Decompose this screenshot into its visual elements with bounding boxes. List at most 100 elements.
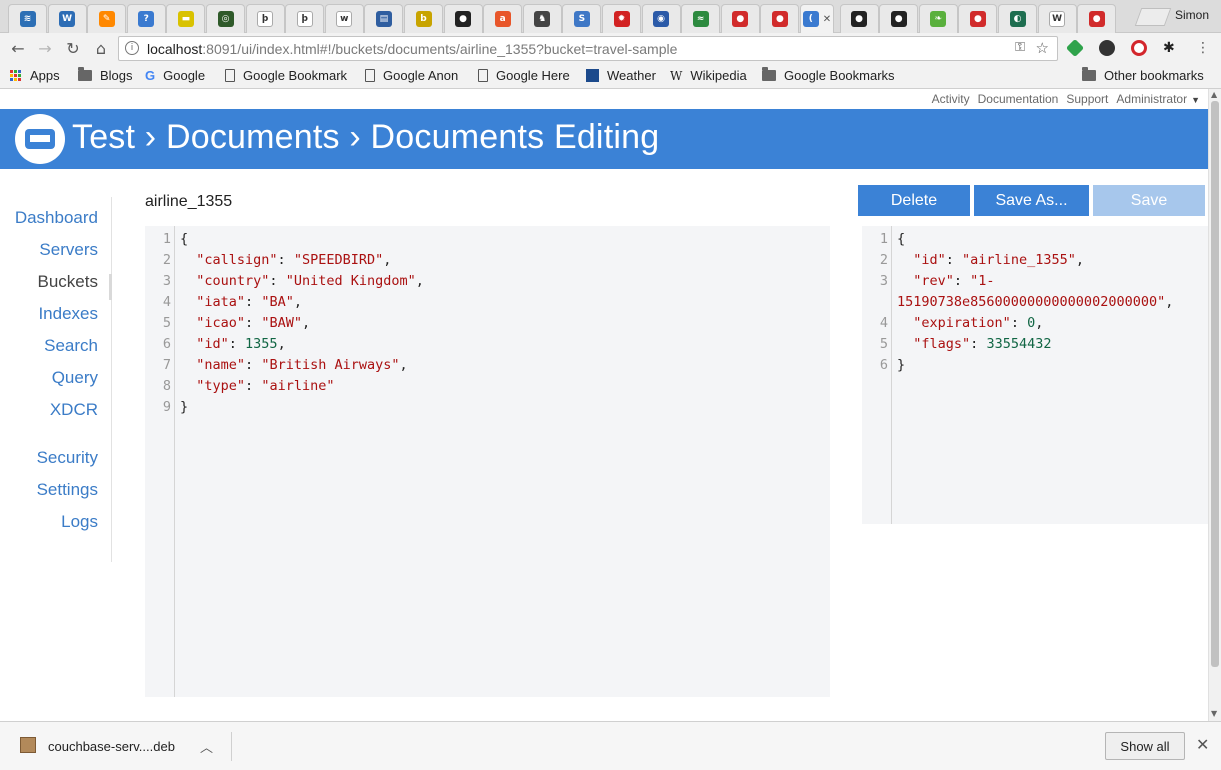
bookmark-google[interactable]: G Google	[145, 68, 205, 83]
browser-tab[interactable]: b	[404, 4, 443, 33]
browser-tab[interactable]: ◎	[206, 4, 245, 33]
browser-tab[interactable]: ✹	[602, 4, 641, 33]
other-bookmarks[interactable]: Other bookmarks	[1082, 67, 1204, 83]
nav-xdcr[interactable]: XDCR	[50, 400, 98, 420]
tab-favicon-26-icon: ◐	[1009, 11, 1026, 27]
browser-tab[interactable]: ●	[879, 4, 919, 33]
nav-indexes[interactable]: Indexes	[38, 304, 98, 324]
bookmark-google-bookmarks[interactable]: Google Bookmarks	[762, 67, 895, 83]
support-link[interactable]: Support	[1066, 92, 1108, 106]
browser-tab[interactable]: ●	[443, 4, 483, 33]
opera-icon[interactable]	[1131, 40, 1147, 56]
nav-settings[interactable]: Settings	[37, 480, 98, 500]
documentation-link[interactable]: Documentation	[978, 92, 1059, 106]
browser-tab[interactable]: ?	[126, 4, 166, 33]
chevron-up-icon[interactable]: ︿	[200, 737, 213, 756]
nav-security[interactable]: Security	[37, 448, 98, 468]
browser-tab[interactable]: ◐	[998, 4, 1037, 33]
browser-tab[interactable]: þ	[285, 4, 325, 33]
bookmark-blogs[interactable]: Blogs	[78, 67, 133, 83]
nav-servers[interactable]: Servers	[39, 240, 98, 260]
bookmark-label: Apps	[30, 68, 60, 83]
star-icon[interactable]: ☆	[1036, 39, 1049, 57]
tab-favicon-14-icon: ♞	[534, 11, 551, 27]
line-number: 8	[162, 378, 171, 394]
bookmark-google-here[interactable]: Google Here	[478, 68, 570, 83]
tab-favicon-18-icon: ≈	[692, 11, 709, 27]
browser-tab[interactable]: ●	[839, 4, 879, 33]
nav-dashboard[interactable]: Dashboard	[15, 208, 98, 228]
tab-favicon-7-icon: þ	[257, 11, 274, 27]
browser-tab[interactable]: a	[483, 4, 523, 33]
code-text: "id": "airline_1355",	[913, 252, 1084, 268]
close-icon[interactable]: ✕	[1196, 735, 1209, 754]
tab-favicon-3-icon: ✎	[98, 11, 115, 27]
delete-button[interactable]: Delete	[858, 185, 970, 216]
url-text[interactable]: localhost:8091/ui/index.html#!/buckets/d…	[147, 41, 677, 57]
caret-down-icon: ▼	[1191, 95, 1200, 105]
home-icon[interactable]: ⌂	[91, 38, 111, 58]
bookmark-google-anon[interactable]: Google Anon	[365, 68, 458, 83]
scroll-thumb[interactable]	[1211, 101, 1219, 667]
reload-icon[interactable]: ↻	[63, 38, 83, 58]
code-text: {	[897, 231, 906, 247]
close-tab-icon[interactable]: ✕	[823, 14, 831, 25]
save-as-button[interactable]: Save As...	[974, 185, 1089, 216]
browser-tab[interactable]: ❧	[918, 4, 958, 33]
couchbase-logo[interactable]	[15, 114, 65, 164]
browser-tab[interactable]: ≋	[8, 4, 47, 33]
browser-tab[interactable]: W	[1037, 4, 1077, 33]
browser-tab[interactable]: (✕	[800, 4, 834, 33]
bookmark-weather[interactable]: Weather	[586, 68, 656, 83]
administrator-menu[interactable]: Administrator ▼	[1116, 92, 1200, 106]
page-scrollbar[interactable]: ▲ ▼	[1208, 89, 1221, 721]
browser-tab[interactable]: ✎	[87, 4, 127, 33]
show-all-button[interactable]: Show all	[1105, 732, 1185, 760]
code-text: "id": 1355,	[196, 336, 286, 352]
browser-tab[interactable]: ●	[1077, 4, 1117, 33]
line-number: 6	[162, 336, 171, 352]
weather-icon	[586, 69, 599, 82]
browser-tab[interactable]: ▤	[364, 4, 404, 33]
bookmark-label: Wikipedia	[690, 68, 747, 83]
menu-icon[interactable]: ⋮	[1193, 38, 1213, 58]
browser-tab[interactable]: ♞	[522, 4, 562, 33]
profile-button[interactable]: Simon	[1175, 8, 1209, 22]
nav-buckets[interactable]: Buckets	[38, 272, 98, 292]
back-arrow-icon[interactable]: ←	[8, 38, 28, 58]
browser-tab[interactable]: þ	[245, 4, 285, 33]
tab-favicon-28-icon: ●	[1088, 11, 1105, 27]
save-button[interactable]: Save	[1093, 185, 1205, 216]
activity-link[interactable]: Activity	[932, 92, 970, 106]
line-number: 6	[879, 357, 888, 373]
bookmark-google-bookmark[interactable]: Google Bookmark	[225, 68, 347, 83]
browser-tab[interactable]: ◉	[641, 4, 681, 33]
line-number: 9	[162, 399, 171, 415]
divider	[231, 732, 232, 761]
forward-arrow-icon[interactable]: →	[35, 38, 55, 58]
bookmark-wikipedia[interactable]: W Wikipedia	[670, 68, 747, 83]
scroll-down-icon[interactable]: ▼	[1211, 709, 1217, 718]
browser-tab[interactable]: ●	[720, 4, 760, 33]
extension-green-icon[interactable]	[1065, 38, 1085, 58]
key-icon[interactable]: ⚿	[1015, 40, 1025, 55]
extension-e-icon[interactable]	[1099, 40, 1115, 56]
info-icon[interactable]: i	[125, 41, 139, 55]
browser-tab[interactable]: ▬	[166, 4, 206, 33]
nav-query[interactable]: Query	[52, 368, 98, 388]
new-tab-button[interactable]	[1134, 8, 1172, 26]
browser-tab[interactable]: W	[47, 4, 87, 33]
browser-tab[interactable]: ≈	[681, 4, 721, 33]
browser-tab[interactable]: ●	[958, 4, 998, 33]
extension-bug-icon[interactable]: ✱	[1163, 40, 1179, 56]
document-editor[interactable]: 1 {2 "callsign": "SPEEDBIRD", 3 "country":…	[145, 226, 830, 697]
browser-tab[interactable]: w	[324, 4, 364, 33]
address-bar[interactable]: i localhost:8091/ui/index.html#!/buckets…	[118, 36, 1058, 61]
nav-search[interactable]: Search	[44, 336, 98, 356]
bookmark-apps[interactable]: Apps	[10, 68, 60, 83]
browser-tab[interactable]: ●	[760, 4, 800, 33]
browser-tab[interactable]: S	[562, 4, 602, 33]
download-filename[interactable]: couchbase-serv....deb	[48, 739, 175, 754]
scroll-up-icon[interactable]: ▲	[1211, 90, 1217, 99]
nav-logs[interactable]: Logs	[61, 512, 98, 532]
